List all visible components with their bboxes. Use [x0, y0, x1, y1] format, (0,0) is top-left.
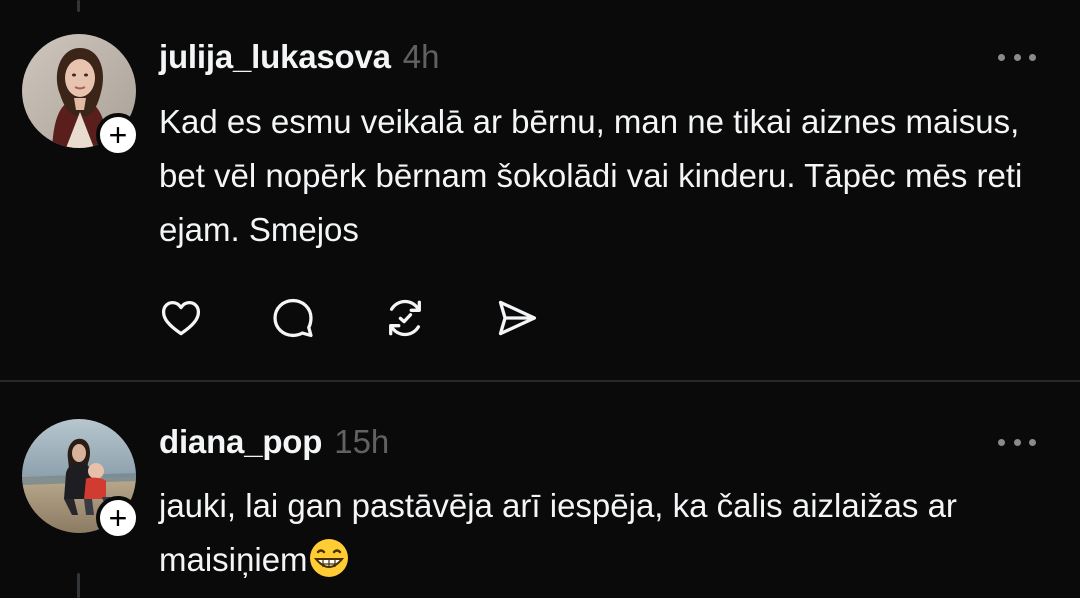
action-bar: [159, 296, 539, 340]
post-text: jauki, lai gan pastāvēja arī iespēja, ka…: [159, 487, 957, 578]
repost-icon[interactable]: [383, 296, 427, 340]
heart-icon[interactable]: [159, 296, 203, 340]
grinning-face-icon: [308, 537, 350, 579]
post-text-container: jauki, lai gan pastāvēja arī iespēja, ka…: [159, 479, 1059, 587]
follow-plus-button[interactable]: +: [96, 113, 140, 157]
thread-connector-line: [77, 573, 80, 598]
post: + diana_pop 15h jauki, lai gan pastāvēja…: [0, 382, 1080, 598]
share-icon[interactable]: [495, 296, 539, 340]
username[interactable]: julija_lukasova: [159, 38, 391, 76]
post-text: Kad es esmu veikalā ar bērnu, man ne tik…: [159, 103, 1023, 248]
comment-icon[interactable]: [271, 296, 315, 340]
timestamp: 4h: [402, 38, 440, 75]
timestamp: 15h: [334, 423, 390, 460]
thread-feed: + julija_lukasova 4h Kad es esmu veikalā…: [0, 0, 1080, 598]
post-header: julija_lukasova 4h: [159, 38, 440, 76]
post-header: diana_pop 15h: [159, 423, 389, 461]
post: + julija_lukasova 4h Kad es esmu veikalā…: [0, 0, 1080, 380]
follow-plus-button[interactable]: +: [96, 496, 140, 540]
more-options-icon[interactable]: [998, 435, 1036, 449]
username[interactable]: diana_pop: [159, 423, 322, 461]
more-options-icon[interactable]: [998, 50, 1036, 64]
